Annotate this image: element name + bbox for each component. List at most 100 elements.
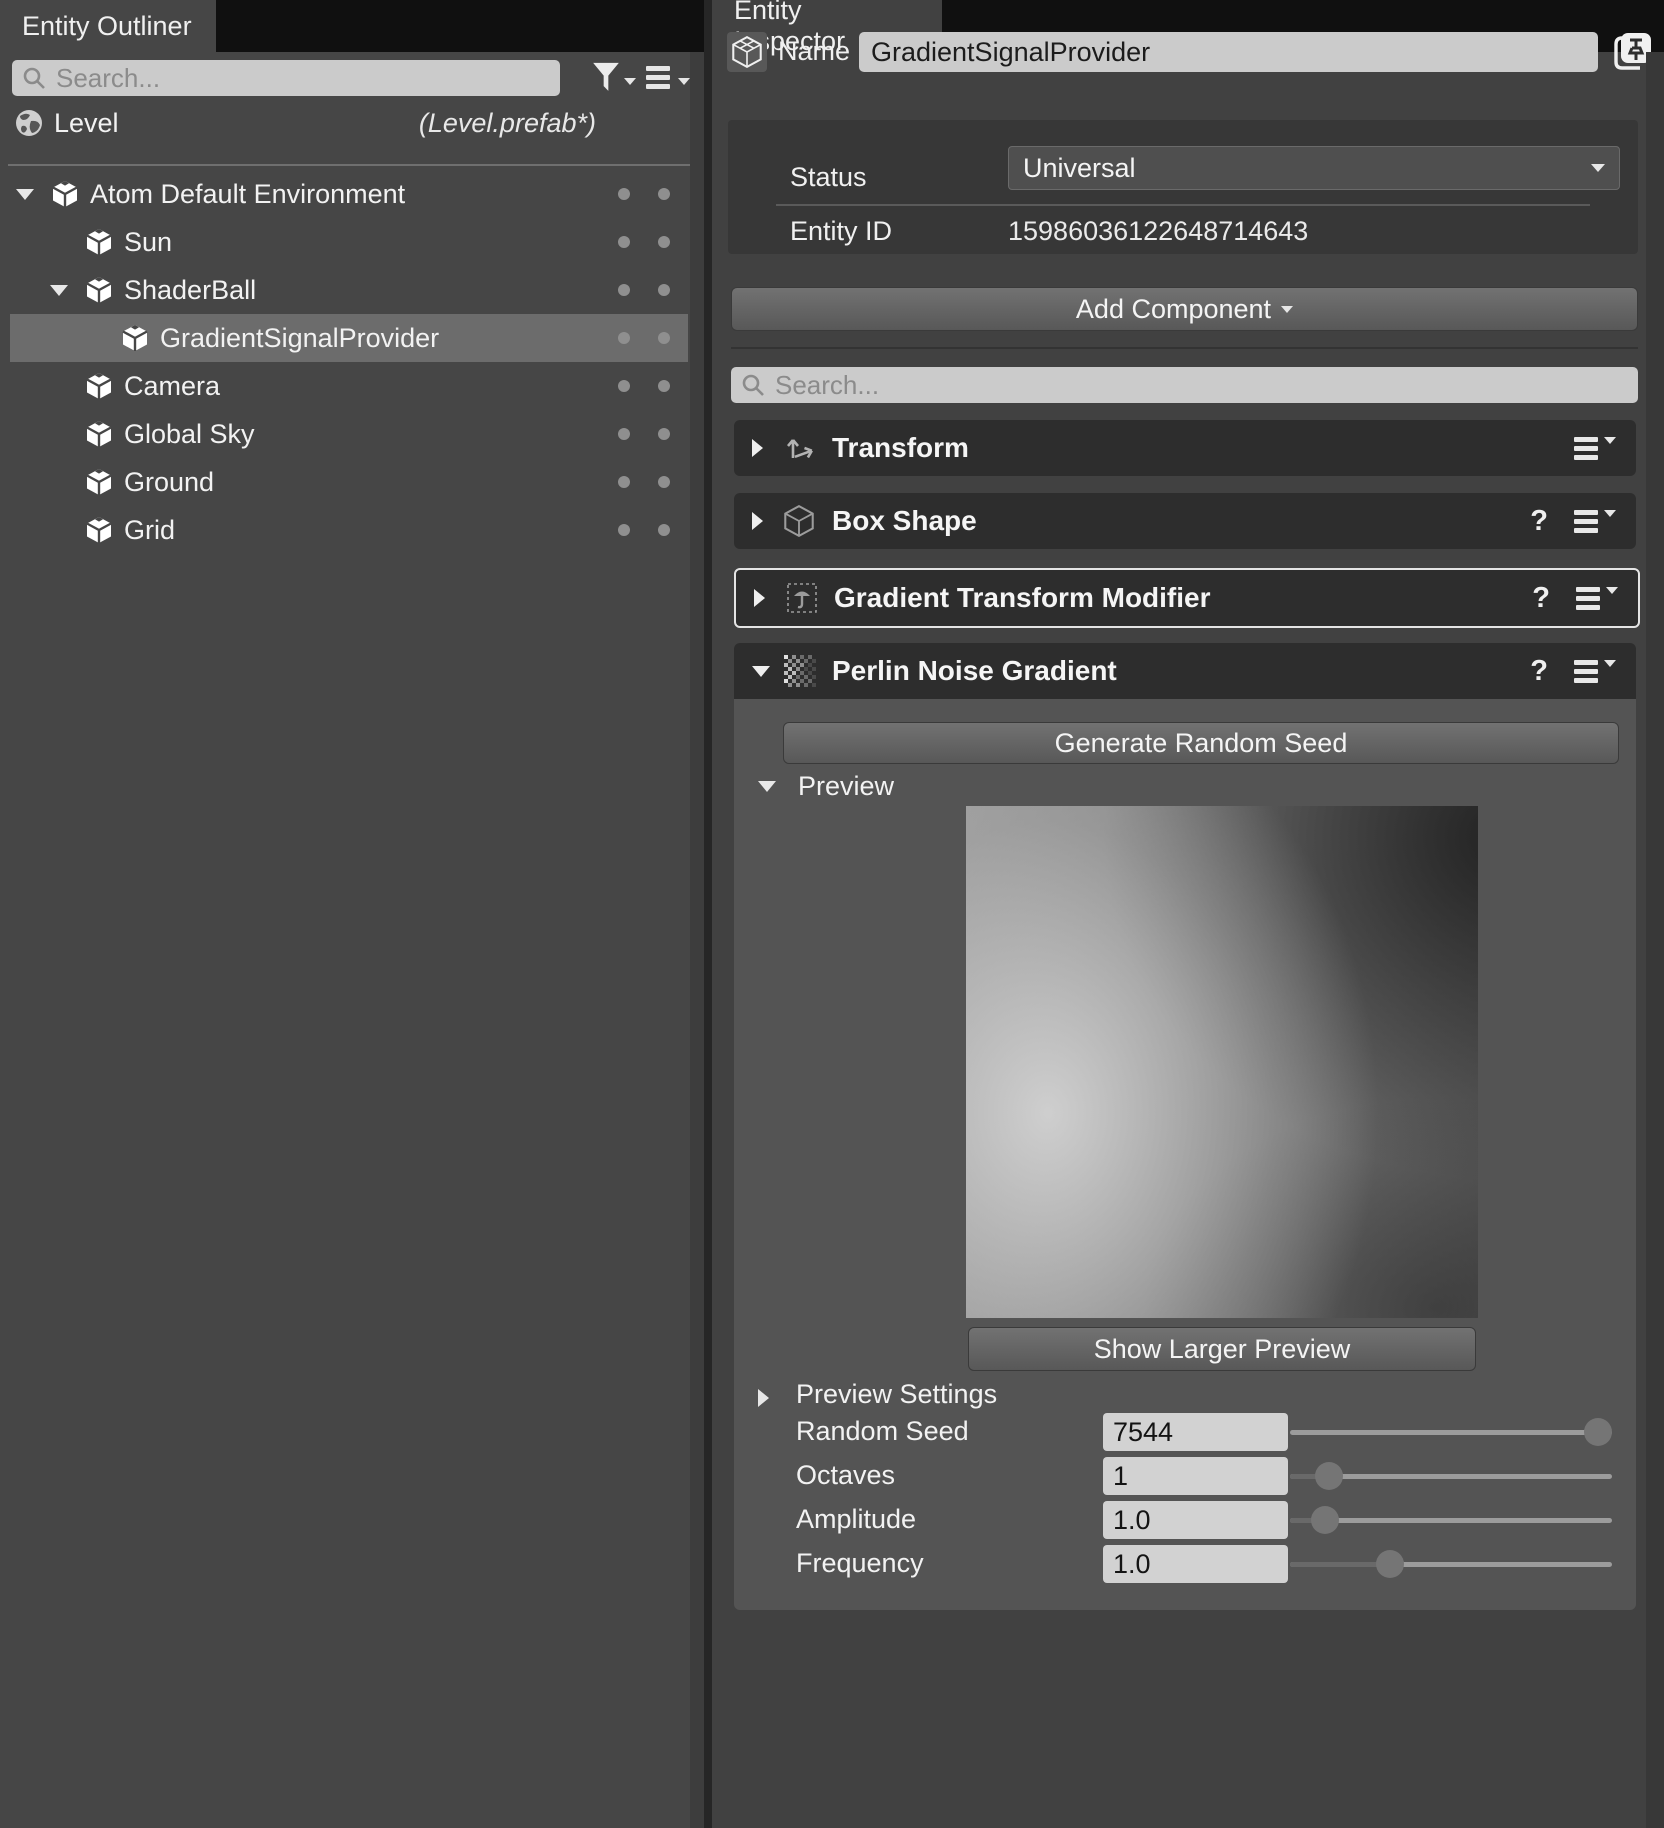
component-search[interactable] bbox=[731, 367, 1638, 403]
visibility-toggle-dot[interactable] bbox=[618, 476, 630, 488]
slider-track[interactable] bbox=[1290, 1430, 1612, 1435]
component-menu[interactable] bbox=[1574, 506, 1616, 537]
slider-handle[interactable] bbox=[1376, 1550, 1404, 1578]
preview-settings-expand-caret-icon[interactable] bbox=[758, 1389, 769, 1407]
generate-random-seed-button[interactable]: Generate Random Seed bbox=[783, 722, 1619, 764]
dropdown-caret-icon bbox=[1281, 306, 1293, 313]
slider-handle[interactable] bbox=[1584, 1418, 1612, 1446]
collapse-caret-icon[interactable] bbox=[752, 666, 784, 677]
component-card-box-shape: Box Shape ? bbox=[734, 493, 1636, 549]
entity-cube-icon bbox=[86, 276, 112, 304]
show-larger-preview-button[interactable]: Show Larger Preview bbox=[968, 1327, 1476, 1371]
add-component-button[interactable]: Add Component bbox=[731, 287, 1638, 331]
lock-toggle-dot[interactable] bbox=[658, 524, 670, 536]
random-seed-input[interactable] bbox=[1103, 1413, 1288, 1451]
transform-axes-icon bbox=[784, 432, 818, 464]
tab-entity-outliner[interactable]: Entity Outliner bbox=[0, 0, 216, 52]
amplitude-slider[interactable] bbox=[1290, 1505, 1612, 1535]
perlin-field-row-frequency: Frequency bbox=[734, 1543, 1636, 1587]
component-menu[interactable] bbox=[1576, 583, 1618, 614]
visibility-toggle-dot[interactable] bbox=[618, 380, 630, 392]
expand-caret-icon[interactable] bbox=[754, 589, 786, 607]
component-header[interactable]: Transform bbox=[734, 420, 1636, 476]
level-row[interactable]: Level (Level.prefab*) bbox=[0, 100, 704, 146]
octaves-input[interactable] bbox=[1103, 1457, 1288, 1495]
entity-cube-icon bbox=[86, 228, 112, 256]
panel-splitter[interactable] bbox=[704, 0, 712, 1828]
collapse-caret-icon[interactable] bbox=[16, 189, 52, 200]
component-menu[interactable] bbox=[1574, 433, 1616, 464]
octaves-slider[interactable] bbox=[1290, 1461, 1612, 1491]
entity-cube-icon bbox=[86, 372, 112, 400]
lock-toggle-dot[interactable] bbox=[658, 476, 670, 488]
menu-caret-icon bbox=[1604, 510, 1616, 517]
tree-row-label: Ground bbox=[124, 467, 214, 498]
visibility-toggle-dot[interactable] bbox=[618, 332, 630, 344]
entity-cube-icon bbox=[86, 516, 112, 544]
visibility-toggle-dot[interactable] bbox=[618, 236, 630, 248]
tree-row-gradientsignalprovider[interactable]: GradientSignalProvider bbox=[10, 314, 688, 362]
slider-handle[interactable] bbox=[1311, 1506, 1339, 1534]
expand-caret-icon[interactable] bbox=[752, 512, 784, 530]
expand-caret-icon[interactable] bbox=[752, 439, 784, 457]
hamburger-icon bbox=[1574, 506, 1598, 537]
outliner-menu-icon[interactable] bbox=[646, 62, 670, 93]
lock-toggle-dot[interactable] bbox=[658, 332, 670, 344]
level-prefab-suffix: (Level.prefab*) bbox=[419, 108, 596, 139]
tree-row-shaderball[interactable]: ShaderBall bbox=[10, 266, 688, 314]
component-header[interactable]: Gradient Transform Modifier ? bbox=[736, 570, 1638, 626]
component-header[interactable]: Perlin Noise Gradient ? bbox=[734, 643, 1636, 699]
visibility-toggle-dot[interactable] bbox=[618, 284, 630, 296]
random-seed-slider[interactable] bbox=[1290, 1417, 1612, 1447]
status-label: Status bbox=[790, 162, 867, 193]
component-search-input[interactable] bbox=[773, 369, 1638, 402]
help-icon[interactable]: ? bbox=[1530, 505, 1548, 538]
entity-inspector-panel: Entity Inspector Name Status Universal E… bbox=[712, 0, 1664, 1828]
lock-toggle-dot[interactable] bbox=[658, 188, 670, 200]
entity-cube-icon bbox=[86, 468, 112, 496]
frequency-input[interactable] bbox=[1103, 1545, 1288, 1583]
outliner-scroll-gutter[interactable] bbox=[690, 52, 704, 1828]
help-icon[interactable]: ? bbox=[1530, 655, 1548, 688]
collapse-caret-icon[interactable] bbox=[50, 285, 86, 296]
lock-toggle-dot[interactable] bbox=[658, 428, 670, 440]
tree-row-global-sky[interactable]: Global Sky bbox=[10, 410, 688, 458]
lock-toggle-dot[interactable] bbox=[658, 380, 670, 392]
tab-label: Entity Outliner bbox=[22, 11, 192, 42]
tree-row-grid[interactable]: Grid bbox=[10, 506, 688, 554]
visibility-toggle-dot[interactable] bbox=[618, 524, 630, 536]
menu-caret-icon bbox=[1604, 437, 1616, 444]
slider-handle[interactable] bbox=[1315, 1462, 1343, 1490]
hamburger-icon bbox=[1574, 433, 1598, 464]
status-dropdown[interactable]: Universal bbox=[1008, 146, 1620, 190]
entity-cube-icon bbox=[86, 420, 112, 448]
component-menu[interactable] bbox=[1574, 656, 1616, 687]
tree-row-atom-default-environment[interactable]: Atom Default Environment bbox=[10, 170, 688, 218]
perlin-field-row-octaves: Octaves bbox=[734, 1455, 1636, 1499]
visibility-toggle-dot[interactable] bbox=[618, 188, 630, 200]
inspector-scroll-gutter[interactable] bbox=[1646, 52, 1664, 1828]
filter-icon[interactable] bbox=[592, 62, 620, 94]
tree-row-ground[interactable]: Ground bbox=[10, 458, 688, 506]
amplitude-input[interactable] bbox=[1103, 1501, 1288, 1539]
component-header[interactable]: Box Shape ? bbox=[734, 493, 1636, 549]
preview-collapse-caret-icon[interactable] bbox=[758, 781, 776, 792]
lock-toggle-dot[interactable] bbox=[658, 236, 670, 248]
component-label: Perlin Noise Gradient bbox=[832, 655, 1117, 687]
outliner-search[interactable] bbox=[12, 60, 560, 96]
visibility-toggle-dot[interactable] bbox=[618, 428, 630, 440]
tree-row-camera[interactable]: Camera bbox=[10, 362, 688, 410]
outliner-search-input[interactable] bbox=[54, 62, 560, 95]
filter-caret-icon[interactable] bbox=[624, 78, 636, 85]
help-icon[interactable]: ? bbox=[1532, 582, 1550, 615]
component-card-gradient-transform-modifier: Gradient Transform Modifier ? bbox=[734, 568, 1640, 628]
outliner-menu-caret-icon[interactable] bbox=[678, 78, 690, 85]
tree-row-label: Atom Default Environment bbox=[90, 179, 405, 210]
level-label: Level bbox=[54, 108, 119, 139]
tree-row-sun[interactable]: Sun bbox=[10, 218, 688, 266]
entity-name-input[interactable] bbox=[859, 32, 1598, 72]
frequency-slider[interactable] bbox=[1290, 1549, 1612, 1579]
lock-toggle-dot[interactable] bbox=[658, 284, 670, 296]
search-icon bbox=[741, 373, 765, 397]
preview-label: Preview bbox=[798, 771, 894, 802]
